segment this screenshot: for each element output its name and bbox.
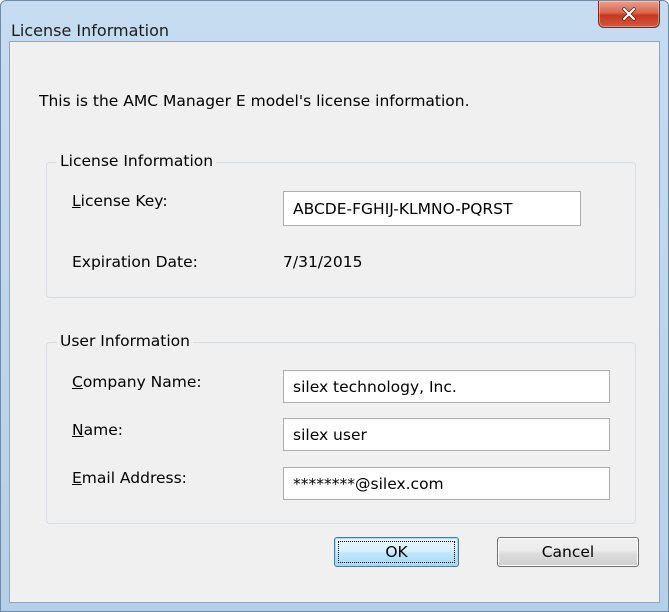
name-mnemonic: N [72, 421, 84, 439]
name-label: Name: [72, 421, 123, 439]
name-label-text: ame: [83, 421, 123, 439]
close-button[interactable] [598, 1, 660, 28]
company-name-mnemonic: C [72, 373, 83, 391]
email-address-mnemonic: E [72, 469, 82, 487]
license-information-group: License Information [46, 152, 636, 298]
expiration-date-label: Expiration Date: [72, 253, 198, 271]
license-key-field[interactable]: ABCDE-FGHIJ-KLMNO-PQRST [283, 191, 581, 226]
close-icon [622, 7, 636, 21]
ok-button-label: OK [385, 543, 408, 561]
user-group-legend: User Information [57, 332, 193, 350]
description-text: This is the AMC Manager E model's licens… [39, 92, 470, 110]
cancel-button-label: Cancel [541, 543, 595, 561]
email-address-value: ********@silex.com [293, 474, 444, 493]
window-title: License Information [11, 21, 170, 40]
email-address-label: Email Address: [72, 469, 187, 487]
cancel-button[interactable]: Cancel [497, 537, 639, 567]
name-value: silex user [293, 425, 367, 444]
license-key-label: License Key: [72, 192, 168, 210]
company-name-label-text: ompany Name: [82, 373, 202, 391]
license-group-legend: License Information [57, 152, 217, 170]
email-address-field[interactable]: ********@silex.com [283, 467, 610, 500]
company-name-field[interactable]: silex technology, Inc. [283, 370, 610, 403]
company-name-label: Company Name: [72, 373, 202, 391]
license-key-mnemonic: L [72, 192, 81, 210]
dialog-content: This is the AMC Manager E model's licens… [9, 41, 660, 603]
email-address-label-text: mail Address: [81, 469, 187, 487]
license-key-label-text: icense Key: [80, 192, 168, 210]
title-bar[interactable]: License Information [1, 1, 668, 41]
company-name-value: silex technology, Inc. [293, 377, 457, 396]
license-dialog-window: License Information This is the AMC Mana… [0, 0, 669, 612]
ok-button[interactable]: OK [334, 537, 459, 567]
license-key-value: ABCDE-FGHIJ-KLMNO-PQRST [293, 199, 513, 218]
name-field[interactable]: silex user [283, 418, 610, 451]
expiration-date-value: 7/31/2015 [283, 253, 363, 271]
